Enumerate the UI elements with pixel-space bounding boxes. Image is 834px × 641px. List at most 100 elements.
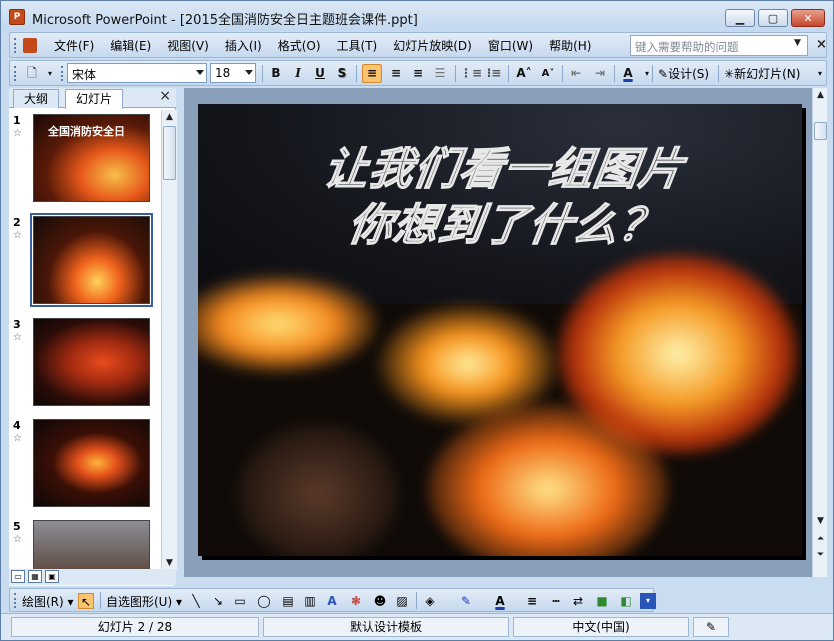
slide-number: 1 bbox=[13, 114, 21, 127]
slide-number: 2 bbox=[13, 216, 21, 229]
scroll-up-icon[interactable]: ▲ bbox=[815, 90, 826, 101]
scroll-down-icon[interactable]: ▼ bbox=[164, 558, 175, 569]
toolbar-options-icon[interactable]: ▾ bbox=[810, 64, 830, 83]
slide-thumbnail[interactable]: 3 ☆ bbox=[13, 318, 159, 406]
close-pane-icon[interactable]: × bbox=[159, 88, 171, 104]
align-right-button[interactable]: ≡ bbox=[408, 64, 428, 83]
normal-view-icon[interactable]: ▭ bbox=[11, 570, 25, 583]
wordart-icon[interactable]: A bbox=[324, 593, 340, 609]
3d-style-icon[interactable]: ◧ bbox=[618, 593, 634, 609]
toolbar-grip[interactable] bbox=[14, 66, 17, 81]
insert-picture-icon[interactable]: ▨ bbox=[394, 593, 410, 609]
toolbar-grip[interactable] bbox=[14, 593, 17, 608]
menu-slideshow[interactable]: 幻灯片放映(D) bbox=[385, 38, 480, 54]
shadow-button[interactable]: S bbox=[332, 64, 352, 83]
decrease-indent-button[interactable]: ⇤ bbox=[566, 64, 586, 83]
slide-title[interactable]: 让我们看一组图片 你想到了什么？ bbox=[198, 142, 802, 254]
toolbar-options-icon[interactable]: ▾ bbox=[40, 64, 60, 83]
menu-items: 文件(F) 编辑(E) 视图(V) 插入(I) 格式(O) 工具(T) 幻灯片放… bbox=[46, 38, 599, 54]
arrow-tool-icon[interactable]: ↘ bbox=[210, 593, 226, 609]
slide-sorter-icon[interactable]: ▦ bbox=[28, 570, 42, 583]
numbered-list-icon: ⋮≡ bbox=[460, 66, 483, 80]
align-center-button[interactable]: ≡ bbox=[386, 64, 406, 83]
chevron-down-icon[interactable]: ▼ bbox=[794, 38, 801, 48]
toolbar-options-icon[interactable]: ▾ bbox=[640, 593, 656, 609]
toolbar-grip-2[interactable] bbox=[61, 66, 64, 81]
arrow-style-icon[interactable]: ⇄ bbox=[570, 593, 586, 609]
select-pointer-icon[interactable]: ↖ bbox=[78, 593, 94, 609]
menu-window[interactable]: 窗口(W) bbox=[480, 38, 541, 54]
slide-thumbnail[interactable]: 5 ☆ bbox=[13, 520, 159, 576]
powerpoint-icon[interactable]: P bbox=[9, 9, 25, 25]
align-left-button[interactable]: ≡ bbox=[362, 64, 382, 83]
line-style-icon[interactable]: ≡ bbox=[524, 593, 540, 609]
help-search-input[interactable]: 键入需要帮助的问题 bbox=[630, 35, 808, 56]
slide-thumbnail[interactable]: 1 ☆ 全国消防安全日 bbox=[13, 114, 159, 202]
align-left-icon: ≡ bbox=[366, 66, 378, 80]
dash-style-icon[interactable]: ┅ bbox=[548, 593, 564, 609]
close-document-icon[interactable]: × bbox=[816, 37, 827, 52]
vertical-textbox-icon[interactable]: ▥ bbox=[302, 593, 318, 609]
new-slide-icon: ✳ bbox=[724, 67, 735, 81]
font-color-dropdown[interactable]: ▾ bbox=[637, 64, 657, 83]
menu-insert[interactable]: 插入(I) bbox=[217, 38, 270, 54]
slide-scrollbar[interactable]: ▲ ▼ ⏶ ⏷ bbox=[812, 88, 827, 577]
bold-button[interactable]: B bbox=[266, 64, 286, 83]
rectangle-tool-icon[interactable]: ▭ bbox=[232, 593, 248, 609]
draw-menu-button[interactable]: 绘图(R) ▾ bbox=[22, 593, 74, 610]
menubar-grip[interactable] bbox=[14, 38, 17, 53]
menu-edit[interactable]: 编辑(E) bbox=[102, 38, 159, 54]
tab-slides[interactable]: 幻灯片 bbox=[65, 89, 124, 109]
menu-help[interactable]: 帮助(H) bbox=[541, 38, 599, 54]
underline-button[interactable]: U bbox=[310, 64, 330, 83]
slide-thumbnail[interactable]: 4 ☆ bbox=[13, 419, 159, 507]
autoshapes-button[interactable]: 自选图形(U) ▾ bbox=[106, 593, 182, 610]
window-title: Microsoft PowerPoint - [2015全国消防安全日主题班会课… bbox=[32, 13, 418, 28]
design-button[interactable]: ✎设计(S) bbox=[658, 65, 709, 82]
tab-outline[interactable]: 大纲 bbox=[13, 89, 60, 108]
scroll-up-icon[interactable]: ▲ bbox=[164, 112, 175, 123]
drawing-toolbar: 绘图(R) ▾ ↖ 自选图形(U) ▾ ╲ ↘ ▭ ◯ ▤ ▥ A ❃ ☻ ▨ … bbox=[9, 588, 656, 612]
textbox-tool-icon[interactable]: ▤ bbox=[280, 593, 296, 609]
minimize-button[interactable]: ▁ bbox=[725, 9, 755, 27]
font-name-select[interactable]: 宋体 bbox=[67, 63, 207, 83]
oval-tool-icon[interactable]: ◯ bbox=[256, 593, 272, 609]
scrollbar-thumb[interactable] bbox=[163, 126, 176, 180]
current-slide[interactable]: 让我们看一组图片 你想到了什么？ bbox=[198, 104, 802, 556]
new-slide-button[interactable]: ✳新幻灯片(N) bbox=[724, 65, 800, 82]
line-color-icon[interactable]: ✎ bbox=[458, 593, 474, 609]
slideshow-view-icon[interactable]: ▣ bbox=[45, 570, 59, 583]
new-document-icon[interactable]: 🗋 bbox=[22, 64, 42, 83]
font-size-select[interactable]: 18 bbox=[210, 63, 256, 83]
shadow-style-icon[interactable]: ■ bbox=[594, 593, 610, 609]
menu-view[interactable]: 视图(V) bbox=[159, 38, 217, 54]
maximize-button[interactable]: ▢ bbox=[758, 9, 788, 27]
menu-file[interactable]: 文件(F) bbox=[46, 38, 102, 54]
font-color-icon[interactable]: A bbox=[492, 593, 508, 609]
document-icon[interactable] bbox=[23, 38, 37, 53]
menu-tools[interactable]: 工具(T) bbox=[329, 38, 386, 54]
clipart-icon[interactable]: ☻ bbox=[372, 593, 388, 609]
numbered-list-button[interactable]: ⋮≡ bbox=[460, 64, 482, 83]
slide-thumbnail-selected[interactable]: 2 ☆ bbox=[13, 213, 159, 307]
bullet-list-icon: ⁝≡ bbox=[486, 66, 502, 80]
increase-indent-button[interactable]: ⇥ bbox=[590, 64, 610, 83]
fill-color-icon[interactable]: ◈ bbox=[422, 593, 438, 609]
next-slide-icon[interactable]: ⏷ bbox=[815, 550, 826, 561]
justify-button[interactable]: ☰ bbox=[430, 64, 450, 83]
decrease-font-button[interactable]: A˅ bbox=[538, 64, 558, 83]
draw-label: 绘图(R) bbox=[22, 595, 64, 609]
close-button[interactable]: ✕ bbox=[791, 9, 825, 27]
increase-font-button[interactable]: A˄ bbox=[514, 64, 534, 83]
line-tool-icon[interactable]: ╲ bbox=[188, 593, 204, 609]
previous-slide-icon[interactable]: ⏶ bbox=[815, 534, 826, 545]
thumbnails-scrollbar[interactable]: ▲ ▼ bbox=[161, 110, 177, 570]
scroll-down-icon[interactable]: ▼ bbox=[815, 516, 826, 527]
spelling-check-icon[interactable]: ✎ bbox=[693, 617, 729, 637]
bullet-list-button[interactable]: ⁝≡ bbox=[484, 64, 504, 83]
diagram-icon[interactable]: ❃ bbox=[348, 593, 364, 609]
scrollbar-thumb[interactable] bbox=[814, 122, 827, 140]
menu-format[interactable]: 格式(O) bbox=[270, 38, 329, 54]
font-color-button[interactable]: A bbox=[618, 64, 638, 83]
italic-button[interactable]: I bbox=[288, 64, 308, 83]
